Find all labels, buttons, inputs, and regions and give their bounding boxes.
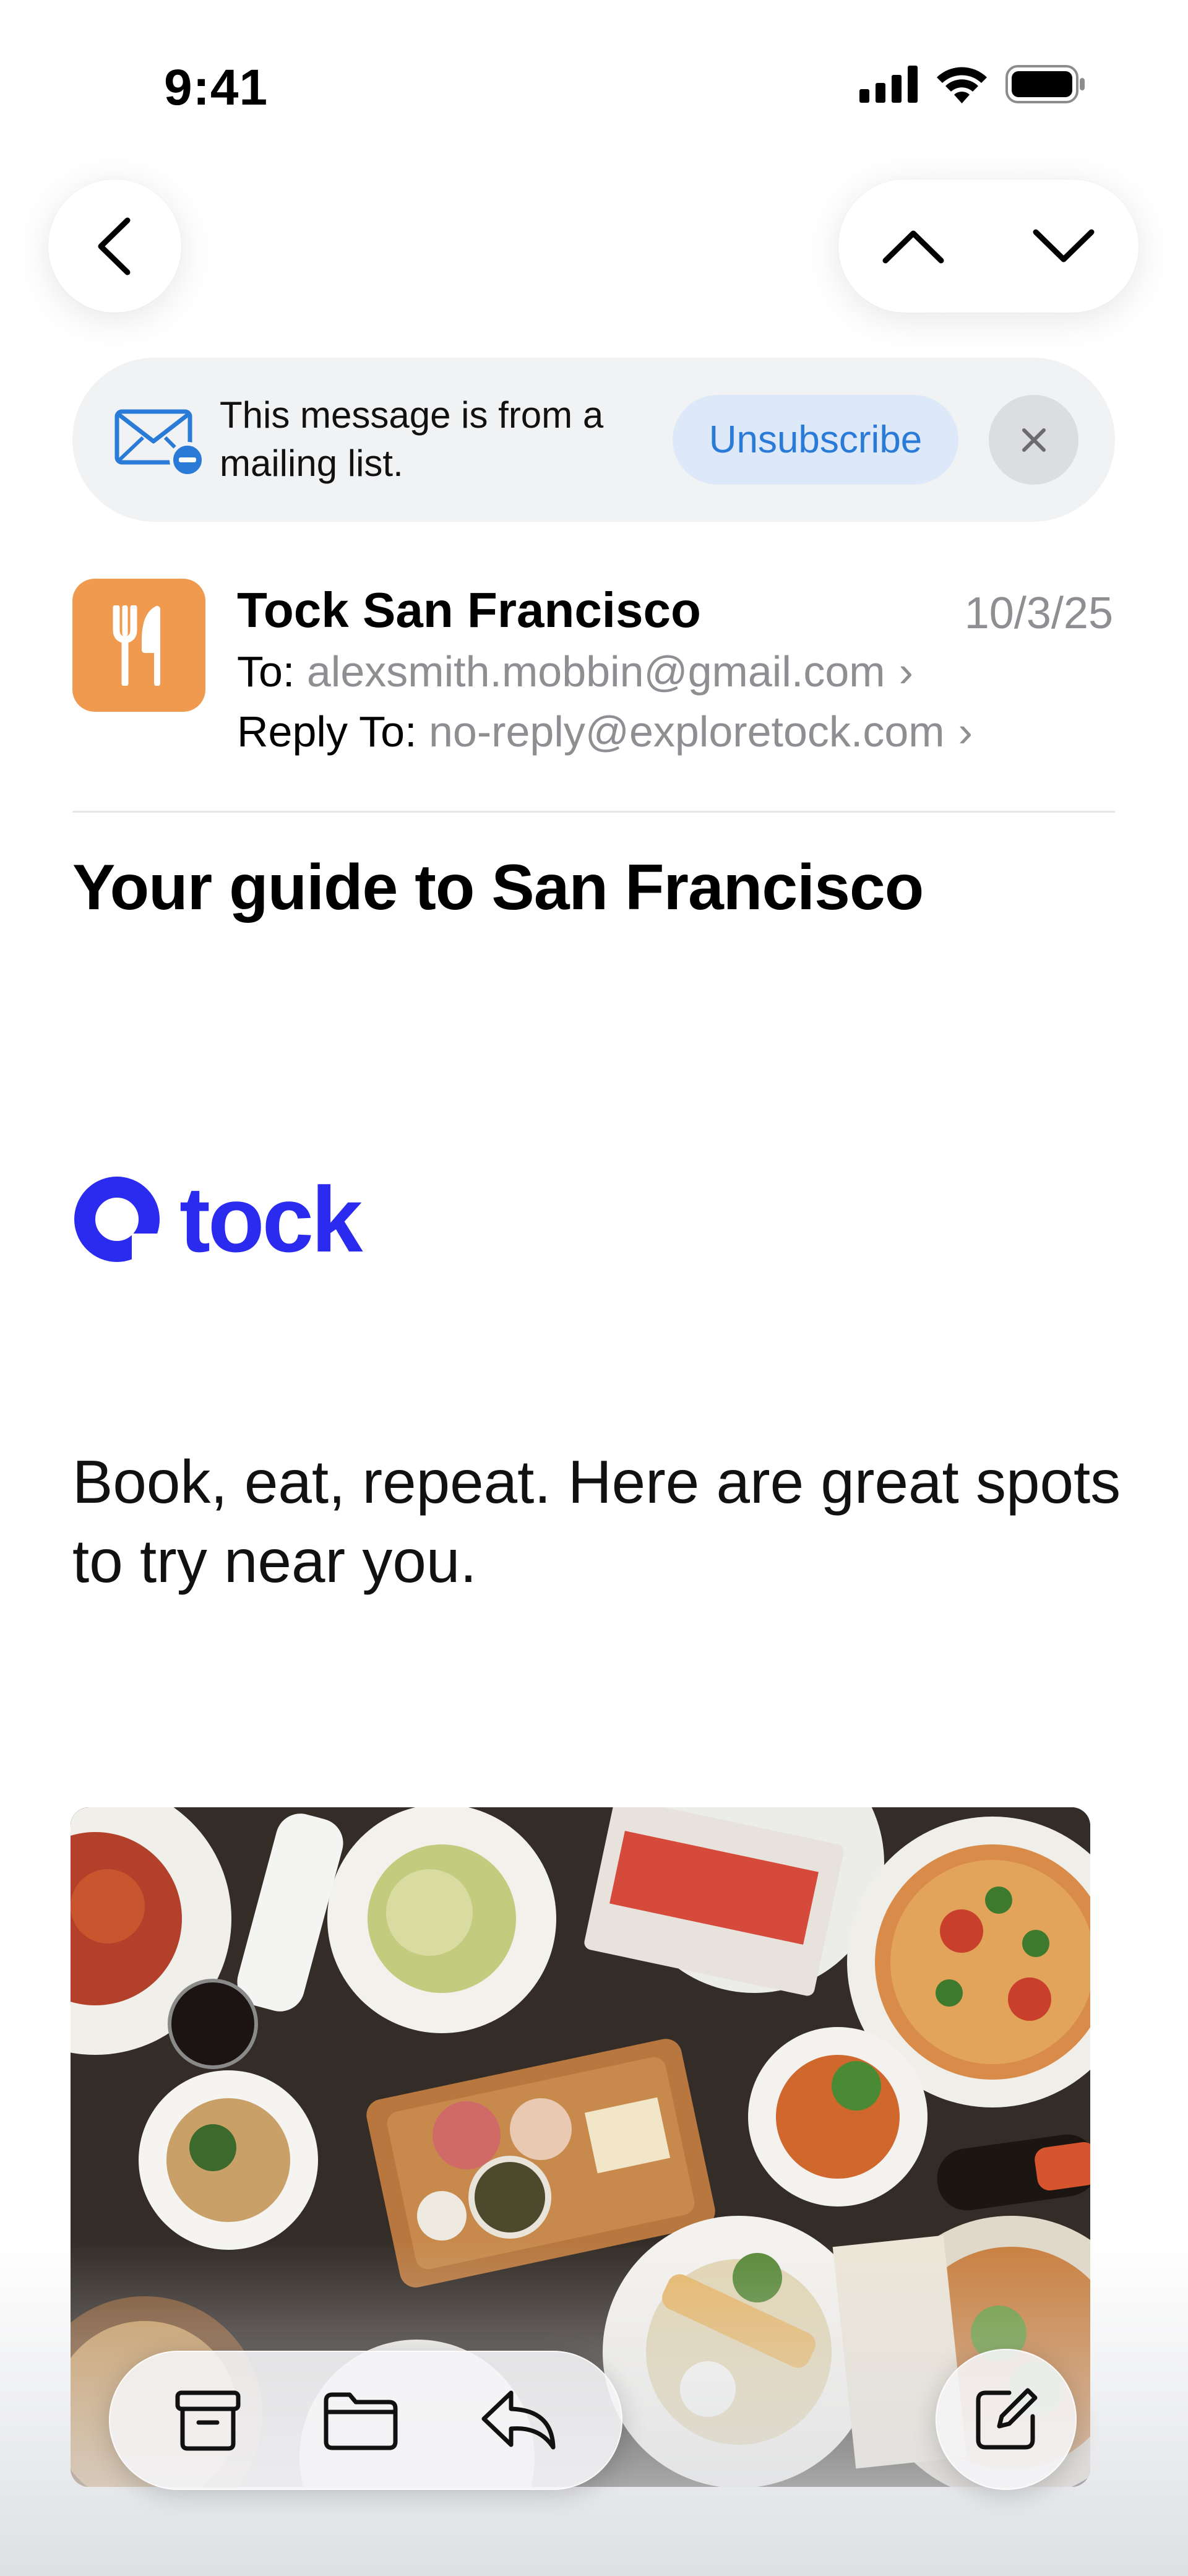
sender-name[interactable]: Tock San Francisco	[237, 582, 701, 639]
logo-wordmark: tock	[179, 1167, 363, 1271]
battery-icon	[1005, 65, 1085, 103]
reply-to-label: Reply To:	[237, 707, 417, 756]
message-nav-group	[838, 179, 1138, 313]
chevron-right-icon: ›	[898, 647, 913, 696]
status-time: 9:41	[164, 59, 269, 116]
email-subject: Your guide to San Francisco	[72, 852, 924, 923]
archive-box-icon[interactable]	[174, 2388, 242, 2453]
reply-to-address[interactable]: no-reply@exploretock.com	[429, 707, 945, 756]
to-address[interactable]: alexsmith.mobbin@gmail.com	[307, 647, 885, 696]
cellular-signal-icon	[859, 66, 918, 103]
banner-close-button[interactable]	[989, 395, 1078, 485]
to-label: To:	[237, 647, 295, 696]
sender-avatar	[72, 579, 205, 712]
tock-logo-mark-icon	[74, 1176, 161, 1264]
status-icons	[859, 65, 1086, 103]
chevron-right-icon: ›	[958, 707, 973, 756]
chevron-left-icon	[98, 217, 130, 275]
tock-logo[interactable]: tock	[72, 1167, 363, 1271]
mailing-list-message: This message is from a mailing list.	[220, 394, 604, 484]
fork-knife-icon	[113, 605, 160, 686]
to-line[interactable]: To: alexsmith.mobbin@gmail.com ›	[237, 647, 913, 696]
email-tagline: Book, eat, repeat. Here are great spots …	[72, 1448, 1121, 1595]
header-divider	[72, 811, 1115, 813]
unsubscribe-button[interactable]: Unsubscribe	[673, 395, 958, 485]
envelope-minus-icon	[114, 409, 205, 477]
wifi-icon	[937, 67, 987, 103]
compose-icon	[976, 2388, 1038, 2450]
reply-arrow-icon[interactable]	[480, 2388, 557, 2453]
close-icon	[1022, 428, 1046, 452]
folder-icon[interactable]	[322, 2390, 400, 2452]
reply-to-line[interactable]: Reply To: no-reply@exploretock.com ›	[237, 707, 973, 756]
chevron-up-icon[interactable]	[879, 225, 947, 268]
compose-button[interactable]	[936, 2349, 1077, 2490]
back-button[interactable]	[48, 179, 181, 313]
chevron-down-icon[interactable]	[1030, 225, 1098, 268]
bottom-toolbar	[109, 2351, 622, 2490]
email-date: 10/3/25	[964, 589, 1113, 638]
